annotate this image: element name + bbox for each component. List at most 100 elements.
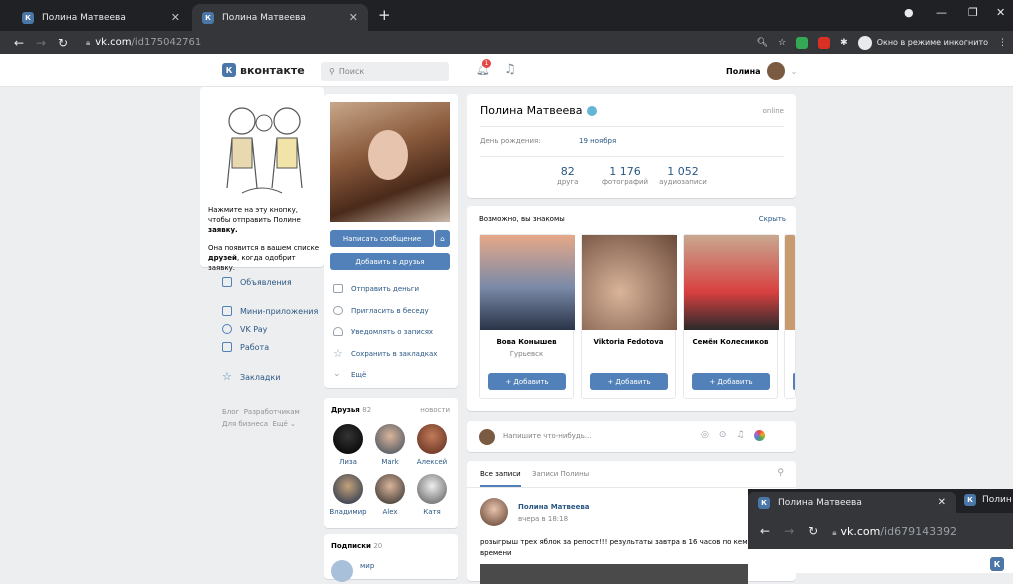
friend-item[interactable]: Mark <box>373 424 407 466</box>
footer-link-more[interactable]: Ещё <box>272 420 287 428</box>
more-attach-icon[interactable] <box>754 430 766 441</box>
maximize-icon[interactable]: ❐ <box>968 6 978 19</box>
post-composer[interactable]: Напишите что-нибудь... ◎ ⊙ ♫ <box>467 421 796 452</box>
footer-link-dev[interactable]: Разработчикам <box>244 408 300 416</box>
action-notify-posts[interactable]: Уведомлять о записях <box>333 327 433 336</box>
camera-icon[interactable]: ◎ <box>701 430 709 441</box>
menu-item-ads[interactable]: Объявления <box>222 277 292 287</box>
vk-logo-icon[interactable]: К <box>990 557 1004 571</box>
profile-photo[interactable] <box>330 102 450 222</box>
menu-item-bookmarks[interactable]: ☆ Закладки <box>222 371 280 382</box>
search-icon: ⚲ <box>329 67 335 76</box>
action-send-money[interactable]: Отправить деньги <box>333 284 419 293</box>
wall-tab-all[interactable]: Все записи <box>480 470 521 487</box>
wall-search-icon[interactable]: ⚲ <box>777 468 784 478</box>
close-tab-icon[interactable]: ✕ <box>349 11 358 24</box>
forward-icon[interactable]: → <box>30 36 52 50</box>
suggestion-card[interactable]: Семён Колесников + Добавить <box>683 234 779 399</box>
vk-favicon-icon: К <box>202 11 214 24</box>
counter-friends[interactable]: 82 друга <box>557 165 578 186</box>
add-friend-button[interactable]: + Добавить <box>488 373 566 390</box>
friend-item[interactable]: Катя <box>415 474 449 516</box>
bookmark-star-icon[interactable]: ☆ <box>778 38 786 48</box>
suggestion-photo[interactable] <box>480 235 575 330</box>
overlay-address-bar[interactable]: 🔒︎ vk.com/id679143392 <box>832 525 957 538</box>
counter-audio[interactable]: 1 052 аудиозаписи <box>653 165 713 186</box>
action-invite-chat[interactable]: Пригласить в беседу <box>333 306 429 315</box>
add-friend-button[interactable]: Добавить в друзья <box>330 253 450 270</box>
suggestion-photo[interactable] <box>582 235 677 330</box>
close-window-icon[interactable]: ✕ <box>996 6 1005 19</box>
counter-photos[interactable]: 1 176 фотографий <box>595 165 655 186</box>
suggestion-card[interactable]: Вова Конышев Гурьевск + Добавить <box>479 234 575 399</box>
reload-icon[interactable]: ↻ <box>52 36 74 50</box>
post-time[interactable]: вчера в 18:18 <box>518 515 568 523</box>
composer-avatar <box>479 429 495 445</box>
gift-icon[interactable]: ⌂ <box>435 230 450 247</box>
overlay-tab-active[interactable]: К Полина Матвеева ✕ <box>748 492 956 513</box>
post-author-avatar[interactable] <box>480 498 508 526</box>
footer-link-blog[interactable]: Блог <box>222 408 239 416</box>
tab-title: Полина Матвеева <box>222 12 306 23</box>
notifications-bell-icon[interactable]: 🔔︎ 1 <box>476 59 491 76</box>
music-note-icon[interactable]: ♫ <box>736 430 744 441</box>
browser-menu-icon[interactable]: ⋮ <box>998 38 1007 48</box>
status-emoji-icon <box>586 105 597 116</box>
minimize-icon[interactable]: — <box>936 6 947 19</box>
vk-favicon-icon: К <box>758 496 770 509</box>
vk-logo[interactable]: К вконтакте <box>222 63 305 77</box>
browser-tab-strip: К Полина Матвеева ✕ К Полина Матвеева ✕ … <box>0 0 1013 31</box>
incognito-badge[interactable]: Окно в режиме инкогнито <box>857 35 988 50</box>
address-bar[interactable]: 🔒︎ vk.com/id175042761 <box>86 31 201 54</box>
action-save-bookmark[interactable]: ☆ Сохранить в закладках <box>333 348 437 359</box>
user-menu[interactable]: Полина ⌄ <box>726 62 797 80</box>
add-friend-button[interactable]: + Добавить <box>692 373 770 390</box>
add-friend-button[interactable]: + Добавить <box>590 373 668 390</box>
subscription-avatar[interactable] <box>331 560 353 582</box>
friend-item[interactable]: Alex <box>373 474 407 516</box>
suggestion-card-partial[interactable] <box>784 234 796 399</box>
back-icon[interactable]: ← <box>8 36 30 50</box>
suggestion-card[interactable]: Viktoria Fedotova + Добавить <box>581 234 677 399</box>
wall-tab-own[interactable]: Записи Полины <box>532 470 589 478</box>
write-message-button[interactable]: Написать сообщение <box>330 230 434 247</box>
friend-item[interactable]: Лиза <box>331 424 365 466</box>
close-tab-icon[interactable]: ✕ <box>938 497 946 508</box>
subscriptions-title[interactable]: Подписки 20 <box>331 542 382 550</box>
vk-favicon-icon: К <box>964 494 976 506</box>
composer-placeholder[interactable]: Напишите что-нибудь... <box>503 432 592 440</box>
subscription-name[interactable]: мир <box>360 562 374 570</box>
post-author[interactable]: Полина Матвеева <box>518 503 590 511</box>
friends-updates-link[interactable]: новости <box>420 406 450 414</box>
footer-link-business[interactable]: Для бизнеса <box>222 420 268 428</box>
incognito-indicator-icon: ● <box>904 6 914 19</box>
suggestions-hide-link[interactable]: Скрыть <box>759 215 786 223</box>
search-input[interactable]: ⚲ Поиск <box>321 62 449 81</box>
action-more[interactable]: ⌄ Ещё <box>333 370 366 379</box>
forward-icon[interactable]: → <box>784 524 794 538</box>
browser-tab-1[interactable]: К Полина Матвеева ✕ <box>12 4 190 31</box>
notification-count-badge: 1 <box>482 59 491 68</box>
overlay-tab-2[interactable]: К Полин <box>964 494 1012 506</box>
extension-green-icon[interactable] <box>796 36 809 49</box>
reload-icon[interactable]: ↻ <box>808 524 818 538</box>
menu-item-work[interactable]: Работа <box>222 342 269 352</box>
menu-item-mini-apps[interactable]: Мини-приложения <box>222 306 318 316</box>
birthday-value[interactable]: 19 ноября <box>579 137 616 145</box>
post-image[interactable] <box>480 564 748 584</box>
friends-title[interactable]: Друзья 82 <box>331 406 371 414</box>
browser-toolbar: ← → ↻ 🔒︎ vk.com/id175042761 🔍︎ ☆ ✱ Окно … <box>0 31 1013 54</box>
close-tab-icon[interactable]: ✕ <box>171 11 180 24</box>
music-icon[interactable]: ♫ <box>504 62 516 77</box>
friend-item[interactable]: Алексей <box>413 424 451 466</box>
new-tab-icon[interactable]: + <box>378 6 391 24</box>
friend-item[interactable]: Владимир <box>329 474 367 516</box>
video-icon[interactable]: ⊙ <box>719 430 727 441</box>
zoom-icon[interactable]: 🔍︎ <box>757 38 768 48</box>
extensions-puzzle-icon[interactable]: ✱ <box>840 38 848 48</box>
suggestion-photo[interactable] <box>684 235 779 330</box>
extension-red-icon[interactable] <box>818 36 831 49</box>
back-icon[interactable]: ← <box>760 524 770 538</box>
browser-tab-2[interactable]: К Полина Матвеева ✕ <box>192 4 368 31</box>
menu-item-vk-pay[interactable]: VK Pay <box>222 324 267 334</box>
